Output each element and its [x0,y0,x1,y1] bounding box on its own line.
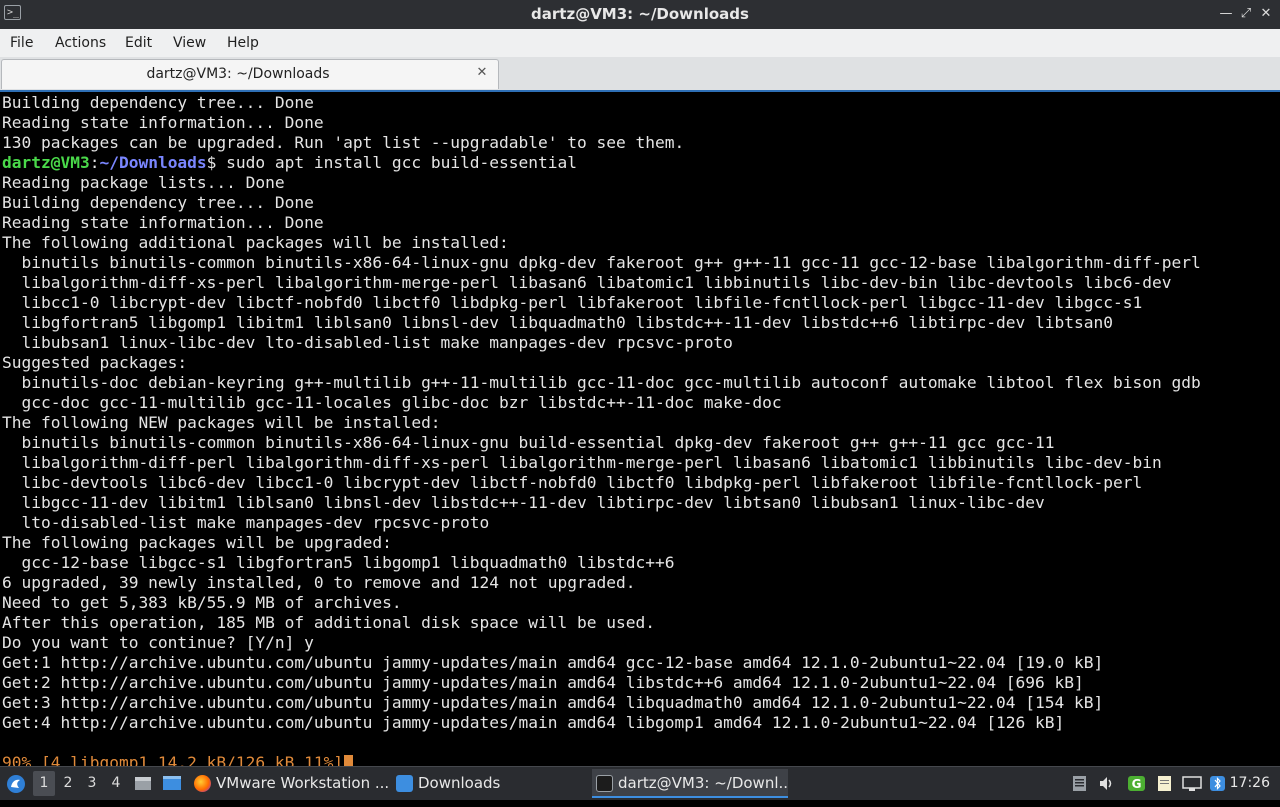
terminal-line: binutils binutils-common binutils-x86-64… [2,253,1201,272]
terminal-line: The following additional packages will b… [2,233,509,252]
tab-terminal[interactable]: dartz@VM3: ~/Downloads ✕ [1,59,499,89]
workspace-4[interactable]: 4 [105,771,127,796]
terminal-line: lto-disabled-list make manpages-dev rpcs… [2,513,490,532]
workspace-2[interactable]: 2 [57,771,79,796]
terminal-line: libubsan1 linux-libc-dev lto-disabled-li… [2,333,733,352]
bluetooth-icon[interactable] [1209,775,1226,792]
window-icon [163,776,181,790]
terminal-line: The following NEW packages will be insta… [2,413,441,432]
terminal-line: libgfortran5 libgomp1 libitm1 liblsan0 l… [2,313,1114,332]
menu-actions[interactable]: Actions [55,29,106,57]
terminal-line: libcc1-0 libcrypt-dev libctf-nobfd0 libc… [2,293,1143,312]
folder-icon [396,775,413,792]
task-label: dartz@VM3: ~/Downl... [618,774,788,792]
workspace-3[interactable]: 3 [81,771,103,796]
terminal-line: After this operation, 185 MB of addition… [2,613,655,632]
task-terminal[interactable]: dartz@VM3: ~/Downl... [592,769,788,798]
terminal-line: Reading state information... Done [2,213,324,232]
terminal-line: Do you want to continue? [Y/n] y [2,633,314,652]
firefox-icon [194,775,211,792]
terminal-line: Get:4 http://archive.ubuntu.com/ubuntu j… [2,713,1065,732]
workspace-1[interactable]: 1 [33,771,55,796]
terminal-line: Building dependency tree... Done [2,193,314,212]
update-icon[interactable]: G [1127,775,1145,792]
terminal-line: libc-devtools libc6-dev libcc1-0 libcryp… [2,473,1143,492]
terminal-line: libalgorithm-diff-xs-perl libalgorithm-m… [2,273,1172,292]
download-progress: 90% [4 libgomp1 14.2 kB/126 kB 11%] [2,753,344,766]
terminal-line: Get:3 http://archive.ubuntu.com/ubuntu j… [2,693,1104,712]
terminal-line: Building dependency tree... Done [2,93,314,112]
terminal-line: The following packages will be upgraded: [2,533,392,552]
close-icon[interactable]: ✕ [474,65,490,81]
terminal-line: binutils-doc debian-keyring g++-multilib… [2,373,1201,392]
terminal-line: Get:2 http://archive.ubuntu.com/ubuntu j… [2,673,1084,692]
window-title: dartz@VM3: ~/Downloads [531,5,749,23]
prompt-separator: : [89,153,100,172]
terminal-icon [596,775,613,792]
task-downloads[interactable]: Downloads [392,769,588,798]
notes-icon[interactable] [1156,775,1173,792]
prompt-command: sudo apt install gcc build-essential [216,153,578,172]
task-label: VMware Workstation ... [216,774,388,792]
prompt-directory: ~/Downloads [99,153,207,172]
prompt-symbol: $ [206,153,217,172]
window-titlebar: >_ dartz@VM3: ~/Downloads — ⤢ ✕ [0,0,1280,29]
start-menu-button[interactable] [6,767,28,800]
terminal-cursor [344,755,354,766]
clipboard-icon[interactable] [1071,775,1088,792]
terminal-line: gcc-12-base libgcc-s1 libgfortran5 libgo… [2,553,675,572]
network-icon[interactable] [1182,775,1202,792]
terminal-view[interactable]: Building dependency tree... Done Reading… [0,90,1280,766]
menu-help[interactable]: Help [227,29,259,57]
menu-file[interactable]: File [10,29,33,57]
terminal-line: libgcc-11-dev libitm1 liblsan0 libnsl-de… [2,493,1045,512]
show-desktop-button[interactable] [134,767,154,800]
menu-view[interactable]: View [173,29,206,57]
menubar: File Actions Edit View Help [0,29,1280,58]
task-label: Downloads [418,774,501,792]
start-menu-icon [7,775,25,793]
tab-bar: dartz@VM3: ~/Downloads ✕ [0,57,1280,90]
terminal-line: Reading state information... Done [2,113,324,132]
task-vmware-workstation[interactable]: VMware Workstation ... [190,769,388,798]
svg-text:G: G [1132,777,1142,791]
terminal-line: Suggested packages: [2,353,188,372]
maximize-icon[interactable]: ⤢ [1238,6,1254,22]
archive-icon [135,777,151,790]
terminal-line: gcc-doc gcc-11-multilib gcc-11-locales g… [2,393,782,412]
prompt-user: dartz@VM3 [2,153,90,172]
terminal-line: binutils binutils-common binutils-x86-64… [2,433,1055,452]
terminal-progress-line: 90% [4 libgomp1 14.2 kB/126 kB 11%] [2,753,1201,766]
terminal-output: Building dependency tree... Done Reading… [2,93,1201,766]
terminal-prompt-line: dartz@VM3:~/Downloads$ sudo apt install … [2,153,1201,173]
tab-label: dartz@VM3: ~/Downloads [146,66,330,82]
clock[interactable]: 17:26 [1230,767,1270,800]
volume-icon[interactable] [1098,775,1115,792]
window-list-button[interactable] [162,767,184,800]
terminal-line: libalgorithm-diff-perl libalgorithm-diff… [2,453,1162,472]
menu-edit[interactable]: Edit [125,29,152,57]
terminal-line: 130 packages can be upgraded. Run 'apt l… [2,133,685,152]
terminal-line: 6 upgraded, 39 newly installed, 0 to rem… [2,573,636,592]
terminal-line: Get:1 http://archive.ubuntu.com/ubuntu j… [2,653,1104,672]
close-icon[interactable]: ✕ [1258,6,1274,22]
terminal-line: Reading package lists... Done [2,173,285,192]
terminal-line: Need to get 5,383 kB/55.9 MB of archives… [2,593,402,612]
minimize-icon[interactable]: — [1218,6,1234,22]
taskbar: 1 2 3 4 VMware Workstation ... Downloads… [0,766,1280,800]
